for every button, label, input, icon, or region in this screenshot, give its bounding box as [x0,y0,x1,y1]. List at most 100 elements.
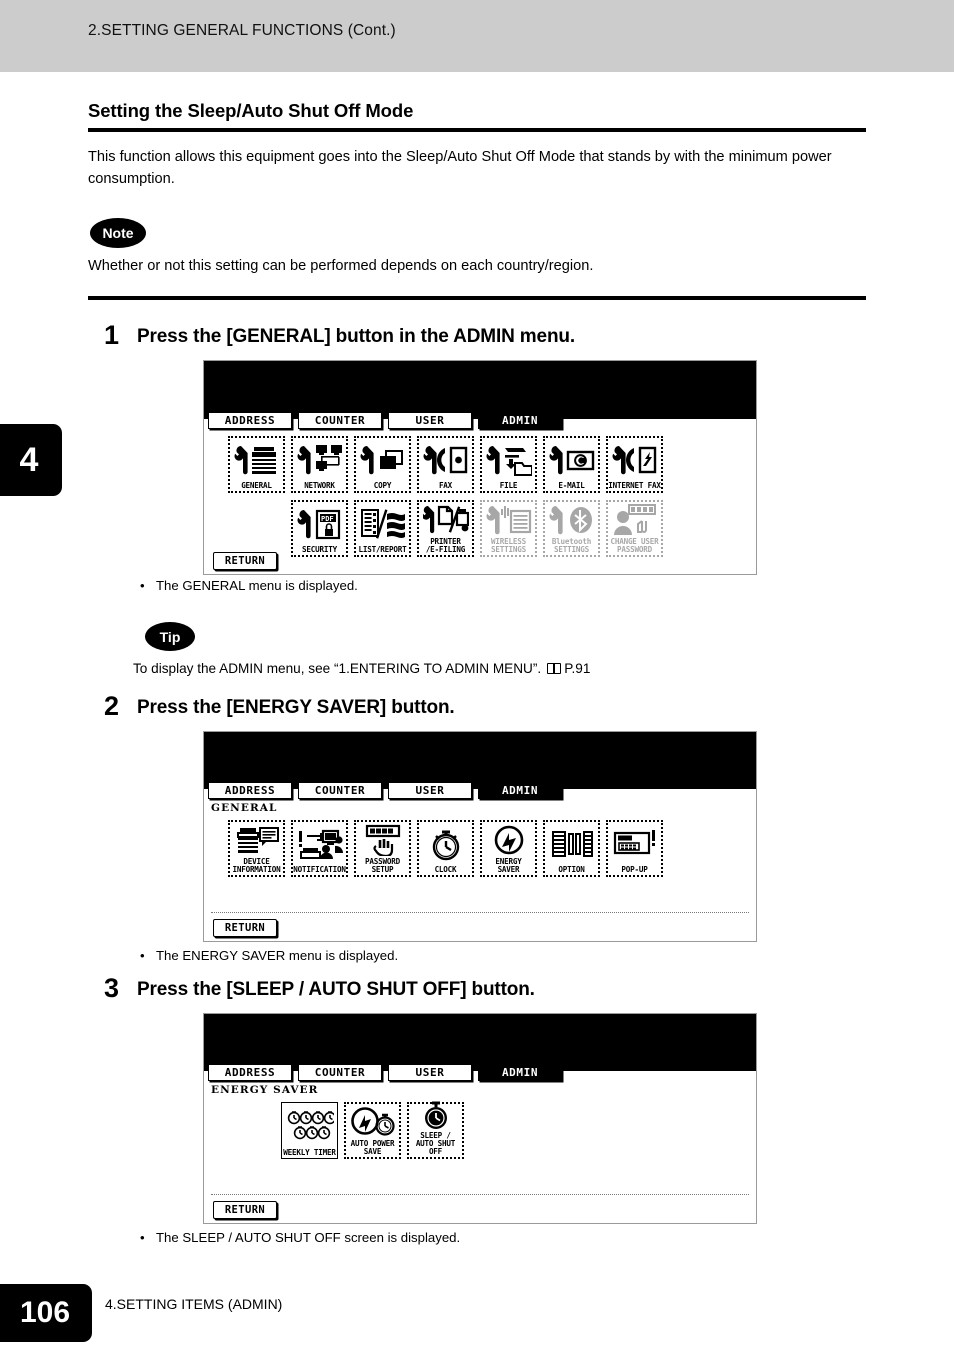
lcd-divider [211,912,749,913]
screen-button-label: Bluetooth SETTINGS [551,537,592,554]
screen-button-internet-fax[interactable]: INTERNET FAX [606,436,663,493]
steps-separator-rule [88,296,866,300]
page-number-badge: 106 [0,1284,92,1342]
wrench-email-icon [545,438,598,482]
lcd-tab-row: ADDRESS COUNTER USER ADMIN [208,782,562,799]
screen-return-button[interactable]: RETURN [213,919,277,937]
screen-button-label: ENERGY SAVER [495,857,522,874]
screen-button-network[interactable]: NETWORK [291,436,348,493]
tab-user[interactable]: USER [388,412,472,429]
screen-button-label: AUTO POWER SAVE [350,1139,395,1156]
screen-button-label: CHANGE USER PASSWORD [610,537,659,554]
screenshot-general-menu: ADDRESS COUNTER USER ADMIN GENERAL DEVIC… [203,731,757,942]
lcd-status-bar [204,361,756,419]
screen-button-label: LIST/REPORT [358,545,407,554]
step-1-result-text: The GENERAL menu is displayed. [156,578,358,593]
screen-button-fax[interactable]: FAX [417,436,474,493]
tab-admin[interactable]: ADMIN [478,782,562,799]
step-1-instruction: Press the [GENERAL] button in the ADMIN … [137,326,575,347]
wrench-bluetooth-icon [545,502,598,538]
energy-saver-icon [482,822,535,858]
device-information-icon [230,822,283,858]
tab-counter[interactable]: COUNTER [298,412,382,429]
wrench-copy-icon [356,438,409,482]
tab-user[interactable]: USER [388,1064,472,1081]
screen-button-password-setup[interactable]: PASSWORD SETUP [354,820,411,877]
screen-button-label: OPTION [558,865,585,874]
screen-button-auto-power-save[interactable]: AUTO POWER SAVE [344,1102,401,1159]
screen-button-label: NOTIFICATION [293,865,346,874]
screen-button-device-information[interactable]: DEVICE INFORMATION [228,820,285,877]
tab-address[interactable]: ADDRESS [208,782,292,799]
screen-button-notification[interactable]: NOTIFICATION [291,820,348,877]
screen-return-button[interactable]: RETURN [213,1201,277,1219]
lcd-tab-row: ADDRESS COUNTER USER ADMIN [208,412,562,429]
screen-button-clock[interactable]: CLOCK [417,820,474,877]
footer-chapter-title: 4.SETTING ITEMS (ADMIN) [105,1296,283,1312]
screen-button-weekly-timer[interactable]: WEEKLY TIMER [281,1102,338,1159]
breadcrumb-energy-saver: ENERGY SAVER [211,1084,319,1096]
screen-button-sleep-auto-shut-off[interactable]: SLEEP / AUTO SHUT OFF [407,1101,464,1159]
tab-counter[interactable]: COUNTER [298,1064,382,1081]
screen-button-change-user-password: CHANGE USER PASSWORD [606,500,663,557]
tip-page-ref: P.91 [564,661,591,676]
screen-button-wireless-settings: WIRELESS SETTINGS [480,500,537,557]
wrench-network-icon [293,438,346,482]
lcd-tab-row: ADDRESS COUNTER USER ADMIN [208,1064,562,1081]
screen-button-energy-saver[interactable]: ENERGY SAVER [480,820,537,877]
lcd-status-bar [204,732,756,789]
screen-button-label: POP-UP [621,865,648,874]
screen-button-list-report[interactable]: LIST/REPORT [354,500,411,557]
lcd-divider [211,1194,749,1195]
lcd-status-bar [204,1014,756,1071]
screen-button-label: PASSWORD SETUP [365,857,400,874]
running-header-title: 2.SETTING GENERAL FUNCTIONS (Cont.) [88,22,396,39]
section-intro-paragraph: This function allows this equipment goes… [88,149,832,187]
step-3-result-text: The SLEEP / AUTO SHUT OFF screen is disp… [156,1230,461,1245]
screenshot-admin-menu: ADDRESS COUNTER USER ADMIN GENERAL NETWO… [203,360,757,575]
screen-button-security[interactable]: PDF SECURITY [291,500,348,557]
screen-button-copy[interactable]: COPY [354,436,411,493]
screen-button-label: PRINTER /E-FILING [425,537,466,554]
screen-button-printer-efiling[interactable]: PRINTER /E-FILING [417,500,474,557]
note-text: Whether or not this setting can be perfo… [88,258,594,274]
screen-button-email[interactable]: E-MAIL [543,436,600,493]
wrench-pdf-lock-icon: PDF [293,502,346,546]
step-2-result-text: The ENERGY SAVER menu is displayed. [156,948,399,963]
screen-return-button[interactable]: RETURN [213,552,277,570]
book-reference-icon [547,663,562,674]
sleep-auto-shutoff-icon [409,1098,462,1132]
screen-button-general[interactable]: GENERAL [228,436,285,493]
screen-button-label: SECURITY [302,545,337,554]
screen-button-option[interactable]: OPTION [543,820,600,877]
wrench-printer-efile-icon [419,502,472,538]
screen-button-label: E-MAIL [558,481,585,490]
screenshot-energy-saver-menu: ADDRESS COUNTER USER ADMIN ENERGY SAVER [203,1013,757,1224]
weekly-timer-icon [282,1103,337,1149]
tab-user[interactable]: USER [388,782,472,799]
step-1-number: 1 [104,320,120,350]
lcd-button-row-1: WEEKLY TIMER AUTO POWER SAVE SLEEP / AUT… [281,1101,470,1159]
tab-admin[interactable]: ADMIN [478,1064,562,1081]
tab-counter[interactable]: COUNTER [298,782,382,799]
section-title-rule [88,128,866,132]
tab-address[interactable]: ADDRESS [208,412,292,429]
list-report-icon [356,502,409,546]
lcd-button-row-1: DEVICE INFORMATION NOTIFICATION PASSWORD… [228,820,669,877]
auto-power-save-icon [346,1104,399,1140]
tab-admin[interactable]: ADMIN [478,412,562,429]
pop-up-icon [608,822,661,866]
screen-button-label: COPY [373,481,392,490]
tab-address[interactable]: ADDRESS [208,1064,292,1081]
step-2-result: • The ENERGY SAVER menu is displayed. [140,948,399,963]
screen-button-label: DEVICE INFORMATION [232,857,281,874]
option-icon [545,822,598,866]
screen-button-label: FAX [438,481,453,490]
screen-button-label: SLEEP / AUTO SHUT OFF [415,1131,456,1156]
screen-button-label: WEEKLY TIMER [283,1148,336,1157]
step-3-result: • The SLEEP / AUTO SHUT OFF screen is dis… [140,1230,461,1245]
wrench-file-icon [482,438,535,482]
screen-button-file[interactable]: FILE [480,436,537,493]
screen-button-pop-up[interactable]: POP-UP [606,820,663,877]
clock-icon [419,822,472,866]
